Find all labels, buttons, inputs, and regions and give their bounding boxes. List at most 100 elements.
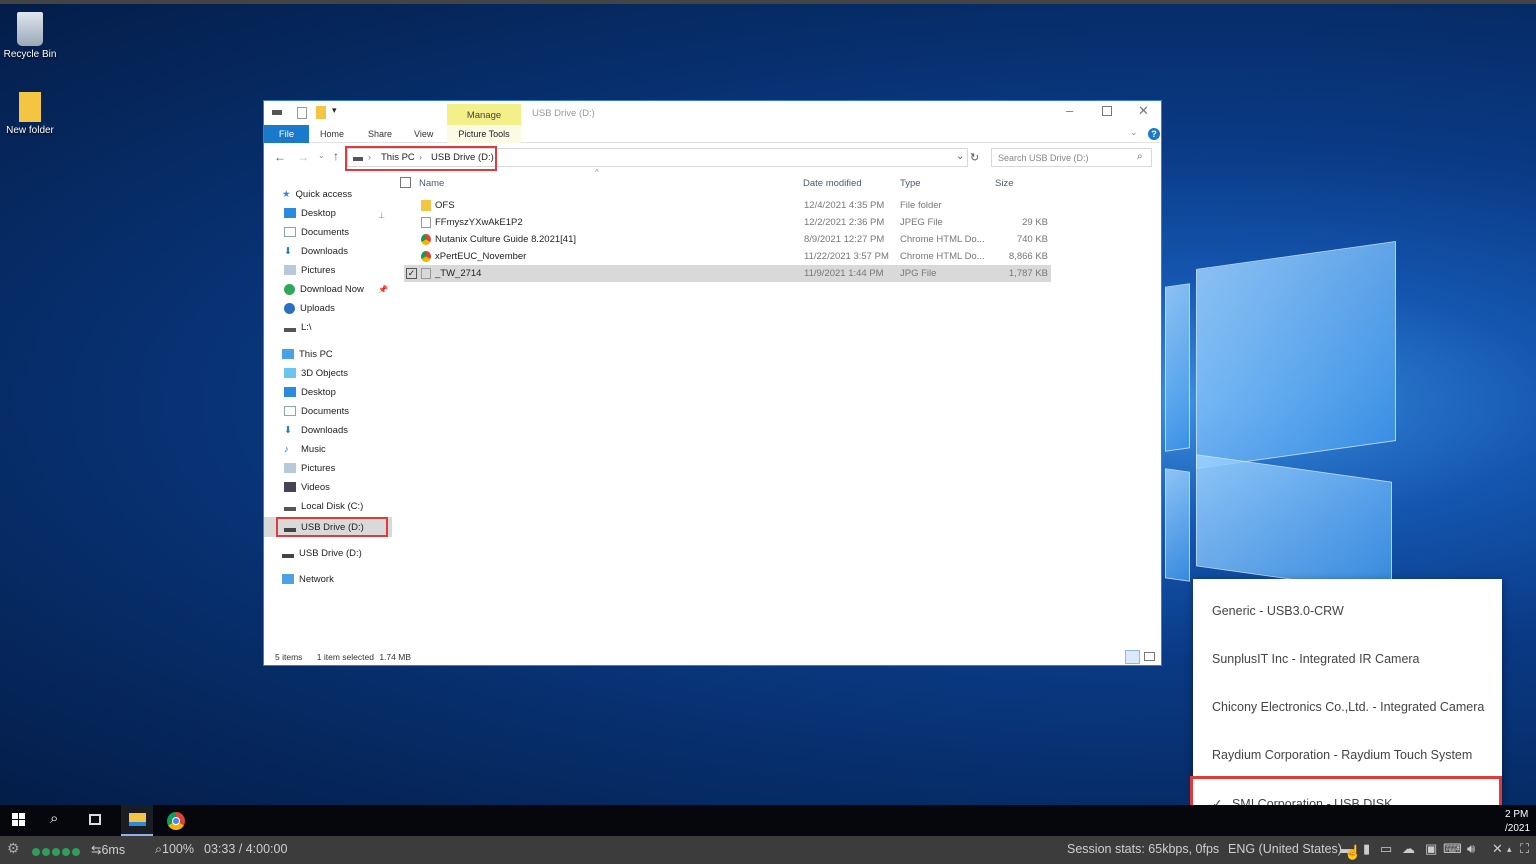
properties-icon[interactable] [297, 107, 307, 119]
nav-pc-pictures[interactable]: Pictures [284, 459, 335, 477]
nav-label: 3D Objects [301, 367, 348, 379]
forward-button[interactable]: → [297, 150, 309, 164]
nav-label: Documents [301, 226, 350, 238]
language-indicator[interactable]: ENG (United States) [1228, 842, 1342, 856]
up-button[interactable]: ↑ [333, 149, 339, 163]
details-view-button[interactable] [1125, 650, 1140, 664]
microphone-muted-icon[interactable]: ✕ [1492, 841, 1503, 857]
nav-l-drive[interactable]: L:\ [284, 318, 312, 336]
taskbar-file-explorer[interactable] [121, 805, 153, 836]
minimize-button[interactable]: – [1066, 103, 1073, 118]
manage-tab[interactable]: Manage [447, 104, 521, 125]
nav-label: Music [301, 443, 326, 455]
nav-label: Download Now [300, 283, 364, 295]
keyboard-icon[interactable]: ⌨ [1443, 841, 1462, 857]
new-folder-icon[interactable] [316, 106, 326, 119]
file-size: 1,787 KB [1008, 268, 1048, 279]
select-all-checkbox[interactable] [400, 177, 411, 188]
cloud-upload-icon[interactable]: ☁ [1402, 841, 1415, 857]
expand-icon[interactable]: ▴ [1507, 844, 1512, 855]
help-icon[interactable]: ? [1148, 128, 1160, 140]
file-type: Chrome HTML Do... [900, 234, 985, 245]
file-transfer-icon[interactable]: ▣ [1425, 841, 1437, 857]
task-view-button[interactable] [89, 814, 101, 825]
nav-this-pc[interactable]: This PC [282, 345, 333, 363]
nav-download-now[interactable]: Download Now [284, 280, 364, 298]
file-row[interactable]: ✓ _TW_2714 11/9/2021 1:44 PM JPG File 1,787 … [404, 265, 1051, 282]
file-row[interactable]: xPertEUC_November 11/22/2021 3:57 PM Chrom… [404, 248, 1051, 265]
printer-icon[interactable]: ▭ [1380, 841, 1392, 857]
folder-icon [19, 92, 41, 122]
search-button[interactable]: ⌕ [50, 810, 58, 827]
latency-value: 6ms [101, 843, 126, 857]
nav-pc-downloads[interactable]: ⬇ Downloads [284, 421, 348, 439]
file-row[interactable]: OFS 12/4/2021 4:35 PM File folder [404, 197, 1051, 214]
nav-network[interactable]: Network [282, 570, 334, 588]
expand-ribbon-icon[interactable]: ⌄ [1130, 127, 1138, 138]
file-date: 8/9/2021 12:27 PM [804, 234, 885, 245]
column-header-size[interactable]: Size [995, 178, 1013, 189]
nav-quick-access[interactable]: ★ Quick access [282, 185, 352, 203]
menu-item-usb-device[interactable]: Generic - USB3.0-CRW [1212, 604, 1344, 618]
desktop-icon-new-folder[interactable]: New folder [0, 92, 60, 136]
tab-home[interactable]: Home [320, 129, 344, 139]
file-date: 11/9/2021 1:44 PM [804, 268, 884, 279]
close-button[interactable]: ✕ [1138, 103, 1149, 119]
nav-local-disk[interactable]: Local Disk (C:) [284, 497, 363, 515]
local-disk-icon [284, 501, 296, 511]
file-row[interactable]: FFmyszYXwAkE1P2 12/2/2021 2:36 PM JPEG Fil… [404, 214, 1051, 231]
menu-item-label: Chicony Electronics Co.,Ltd. - Integrate… [1212, 700, 1485, 714]
windows-logo-pane [1165, 283, 1190, 452]
clipboard-icon[interactable]: ▮ [1363, 841, 1370, 857]
nav-pc-documents[interactable]: Documents [284, 402, 349, 420]
fullscreen-icon[interactable]: ⛶ [1520, 841, 1529, 857]
file-row[interactable]: Nutanix Culture Guide 8.2021[41] 8/9/2021… [404, 231, 1051, 248]
status-selected: 1 item selected [316, 652, 374, 662]
clock-date: /2021 [1505, 823, 1531, 834]
tab-share[interactable]: Share [368, 129, 392, 139]
nav-documents[interactable]: Documents [284, 223, 349, 241]
nav-pictures[interactable]: Pictures [284, 261, 335, 279]
nav-label: Desktop [301, 207, 336, 219]
zoom-value: 100% [162, 842, 194, 856]
nav-videos[interactable]: Videos [284, 478, 330, 496]
nav-downloads[interactable]: ⬇ Downloads [284, 242, 348, 260]
tab-file[interactable]: File [264, 125, 309, 143]
menu-item-usb-device[interactable]: Raydium Corporation - Raydium Touch Syst… [1212, 748, 1472, 762]
column-header-type[interactable]: Type [900, 178, 921, 189]
back-button[interactable]: ← [274, 150, 286, 164]
address-dropdown-icon[interactable]: ⌄ [956, 151, 964, 162]
large-icons-view-button[interactable] [1144, 652, 1155, 661]
chrome-icon [421, 251, 431, 262]
nav-pc-desktop[interactable]: Desktop [284, 383, 336, 401]
chrome-icon[interactable] [167, 812, 185, 830]
row-checkbox[interactable]: ✓ [406, 268, 417, 279]
zoom-level[interactable]: ⌕100% [155, 842, 194, 857]
documents-icon [284, 227, 296, 237]
recent-locations-button[interactable]: ⌄ [318, 151, 325, 160]
nav-uploads[interactable]: Uploads [284, 299, 335, 317]
maximize-button[interactable] [1102, 106, 1112, 116]
settings-gear-icon[interactable]: ⚙ [7, 840, 20, 857]
customize-qat-icon[interactable]: ▾ [332, 105, 337, 116]
menu-item-usb-device[interactable]: SunplusIT Inc - Integrated IR Camera [1212, 652, 1420, 666]
desktop-icon-recycle-bin[interactable]: Recycle Bin [0, 12, 60, 60]
navigation-pane: ★ Quick access Desktop 📌 Documents ⬇ Downlo… [264, 176, 392, 646]
quality-dot [42, 848, 50, 856]
tab-picture-tools[interactable]: Picture Tools [447, 125, 521, 143]
column-header-name[interactable]: Name [419, 178, 444, 189]
refresh-icon[interactable]: ↻ [970, 151, 979, 164]
nav-desktop[interactable]: Desktop [284, 204, 336, 222]
column-header-date[interactable]: Date modified [803, 178, 862, 189]
nav-usb-drive[interactable]: USB Drive (D:) [282, 544, 362, 562]
nav-3d-objects[interactable]: 3D Objects [284, 364, 348, 382]
nav-music[interactable]: ♪ Music [284, 440, 326, 458]
menu-item-usb-device[interactable]: Chicony Electronics Co.,Ltd. - Integrate… [1212, 700, 1484, 714]
tab-view[interactable]: View [414, 129, 433, 139]
clock[interactable]: 2 PM/2021 [1505, 808, 1530, 836]
search-input[interactable]: Search USB Drive (D:) ⌕ [991, 148, 1152, 167]
speaker-icon[interactable]: 🔊︎ [1467, 841, 1475, 857]
start-button[interactable] [12, 813, 25, 826]
file-name: _TW_2714 [435, 268, 482, 279]
menu-item-label: SunplusIT Inc - Integrated IR Camera [1212, 652, 1420, 666]
